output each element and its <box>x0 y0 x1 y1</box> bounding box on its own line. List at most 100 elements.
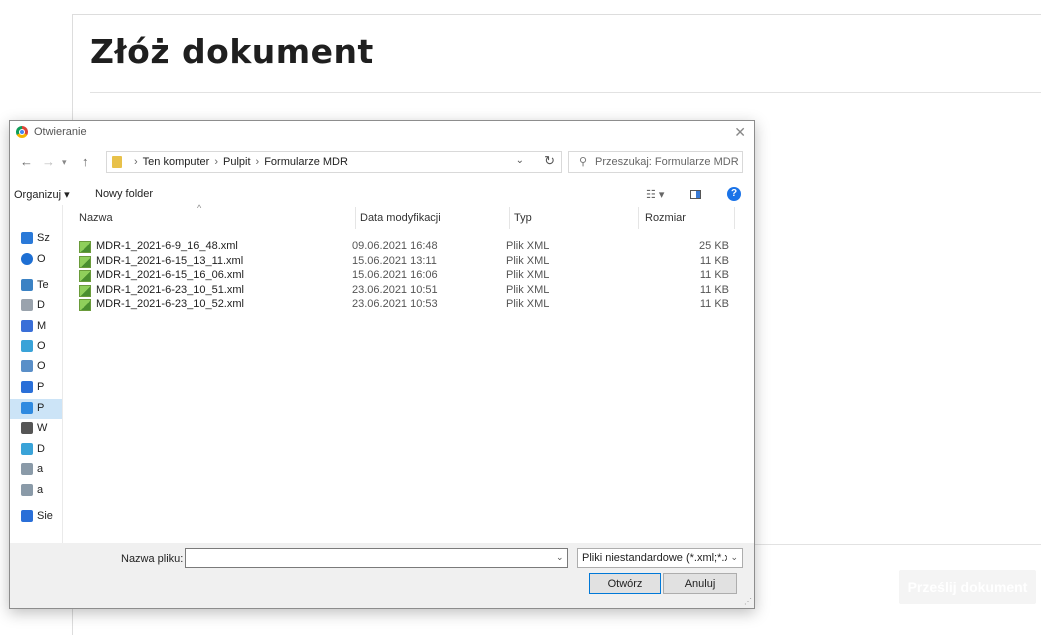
folder-icon <box>112 156 122 168</box>
address-dropdown-chevron-icon[interactable]: ⌄ <box>516 155 524 166</box>
file-row[interactable]: MDR-1_2021-6-23_10_51.xml 23.06.2021 10:5… <box>79 284 739 298</box>
organize-menu-button[interactable]: Organizuj ▾ <box>14 188 70 201</box>
back-arrow-icon[interactable]: ← <box>20 154 33 169</box>
music-icon <box>21 320 33 332</box>
nav-item-label: Te <box>37 279 49 291</box>
file-name: MDR-1_2021-6-23_10_52.xml <box>96 298 244 310</box>
file-date: 23.06.2021 10:51 <box>352 283 438 296</box>
nav-item[interactable]: Te <box>10 276 62 296</box>
breadcrumb: › Ten komputer › Pulpit › Formularze MDR <box>134 156 348 168</box>
download-icon <box>21 381 33 393</box>
nav-item-label: a <box>37 463 44 475</box>
file-type-select[interactable]: Pliki niestandardowe (*.xml;*.xsd) ⌄ <box>577 548 743 568</box>
title-divider <box>90 92 1041 93</box>
nav-item-label: Sie <box>37 510 53 522</box>
nav-item[interactable]: Sz <box>10 229 62 249</box>
nav-item[interactable]: O <box>10 337 62 357</box>
recent-locations-chevron-icon[interactable]: ▾ <box>62 157 67 168</box>
resize-grip-icon[interactable]: ⋰ <box>744 597 752 606</box>
file-size: 25 KB <box>699 240 729 252</box>
cancel-button[interactable]: Anuluj <box>663 573 737 594</box>
nav-item[interactable]: O <box>10 357 62 377</box>
network-drive-icon <box>21 463 33 475</box>
open-button[interactable]: Otwórz <box>589 573 661 594</box>
nav-item[interactable]: D <box>10 296 62 316</box>
document-icon <box>21 299 33 311</box>
nav-item[interactable]: P <box>10 399 62 419</box>
preview-pane-icon[interactable] <box>690 190 701 199</box>
file-type: Plik XML <box>506 240 550 252</box>
chevron-down-icon: ⌄ <box>730 552 738 562</box>
file-row[interactable]: MDR-1_2021-6-23_10_52.xml 23.06.2021 10:5… <box>79 298 739 312</box>
navigation-pane: Sz O Te D M O O P P W Da a Sie <box>10 205 63 543</box>
submit-document-button[interactable]: Prześlij dokument <box>899 570 1036 604</box>
search-placeholder: Przeszukaj: Formularze MDR <box>595 156 739 168</box>
file-type: Plik XML <box>506 254 550 267</box>
dialog-footer: Nazwa pliku: ⌄ Pliki niestandardowe (*.x… <box>10 543 754 608</box>
chrome-icon <box>16 126 28 138</box>
nav-item[interactable]: O <box>10 250 62 270</box>
nav-item[interactable]: D <box>10 440 62 460</box>
dialog-titlebar: Otwieranie ✕ <box>10 121 754 145</box>
view-options-icon[interactable]: ☷ ▾ <box>646 188 664 201</box>
file-name: MDR-1_2021-6-15_16_06.xml <box>96 269 244 281</box>
up-arrow-icon[interactable]: ↑ <box>82 154 89 169</box>
xml-file-icon <box>79 299 91 311</box>
file-row[interactable]: MDR-1_2021-6-9_16_48.xml 09.06.2021 16:48… <box>79 240 739 254</box>
star-icon <box>21 232 33 244</box>
monitor-icon <box>21 402 33 414</box>
nav-item-label: a <box>37 484 44 496</box>
cube-icon <box>21 340 33 352</box>
file-date: 15.06.2021 13:11 <box>352 254 437 267</box>
filename-input[interactable] <box>185 548 568 568</box>
nav-item-label: D <box>37 443 45 455</box>
file-date: 09.06.2021 16:48 <box>352 240 438 252</box>
file-row[interactable]: MDR-1_2021-6-15_16_06.xml 15.06.2021 16:0… <box>79 269 739 283</box>
file-type-value: Pliki niestandardowe (*.xml;*.xsd) <box>582 552 727 564</box>
column-divider <box>509 207 510 229</box>
nav-item[interactable]: a <box>10 460 62 480</box>
column-divider <box>734 207 735 229</box>
search-input[interactable]: ⚲ Przeszukaj: Formularze MDR <box>568 151 743 173</box>
address-bar[interactable]: › Ten komputer › Pulpit › Formularze MDR ⌄ ↻ <box>106 151 562 173</box>
column-header-size[interactable]: Rozmiar <box>645 212 686 224</box>
computer-icon <box>21 279 33 291</box>
file-name: MDR-1_2021-6-15_13_11.xml <box>96 254 244 267</box>
file-type: Plik XML <box>506 298 550 310</box>
nav-item[interactable]: M <box>10 317 62 337</box>
file-size: 11 KB <box>699 254 729 267</box>
column-divider <box>638 207 639 229</box>
network-icon <box>21 510 33 522</box>
nav-item[interactable]: Sie <box>10 507 62 527</box>
column-header-date[interactable]: Data modyfikacji <box>360 212 441 224</box>
column-header-type[interactable]: Typ <box>514 212 532 224</box>
nav-item-label: O <box>37 360 46 372</box>
new-folder-button[interactable]: Nowy folder <box>95 188 153 200</box>
network-drive-icon <box>21 484 33 496</box>
dialog-title: Otwieranie <box>34 126 87 138</box>
file-open-dialog: Otwieranie ✕ ← → ▾ ↑ › Ten komputer › Pulpi… <box>9 120 755 609</box>
xml-file-icon <box>79 270 91 282</box>
nav-item[interactable]: a <box>10 481 62 501</box>
nav-item-label: Sz <box>37 232 50 244</box>
refresh-icon[interactable]: ↻ <box>544 153 555 169</box>
file-type: Plik XML <box>506 269 550 281</box>
forward-arrow-icon[interactable]: → <box>42 154 55 169</box>
nav-item-label: W <box>37 422 48 434</box>
breadcrumb-item-computer[interactable]: Ten komputer <box>143 156 210 168</box>
help-icon[interactable]: ? <box>727 187 741 201</box>
nav-item[interactable]: W <box>10 419 62 439</box>
close-icon[interactable]: ✕ <box>734 124 746 141</box>
search-icon: ⚲ <box>579 156 588 168</box>
breadcrumb-item-folder[interactable]: Formularze MDR <box>264 156 348 168</box>
nav-item[interactable]: P <box>10 378 62 398</box>
file-size: 11 KB <box>699 298 729 310</box>
file-row[interactable]: MDR-1_2021-6-15_13_11.xml 15.06.2021 13:1… <box>79 255 739 269</box>
xml-file-icon <box>79 241 91 253</box>
footer-divider <box>750 544 1041 545</box>
filename-dropdown-chevron-icon[interactable]: ⌄ <box>556 552 564 563</box>
file-size: 11 KB <box>699 283 729 296</box>
column-header-name[interactable]: Nazwa <box>79 212 113 224</box>
breadcrumb-item-desktop[interactable]: Pulpit <box>223 156 251 168</box>
sort-ascending-icon: ^ <box>197 203 202 213</box>
